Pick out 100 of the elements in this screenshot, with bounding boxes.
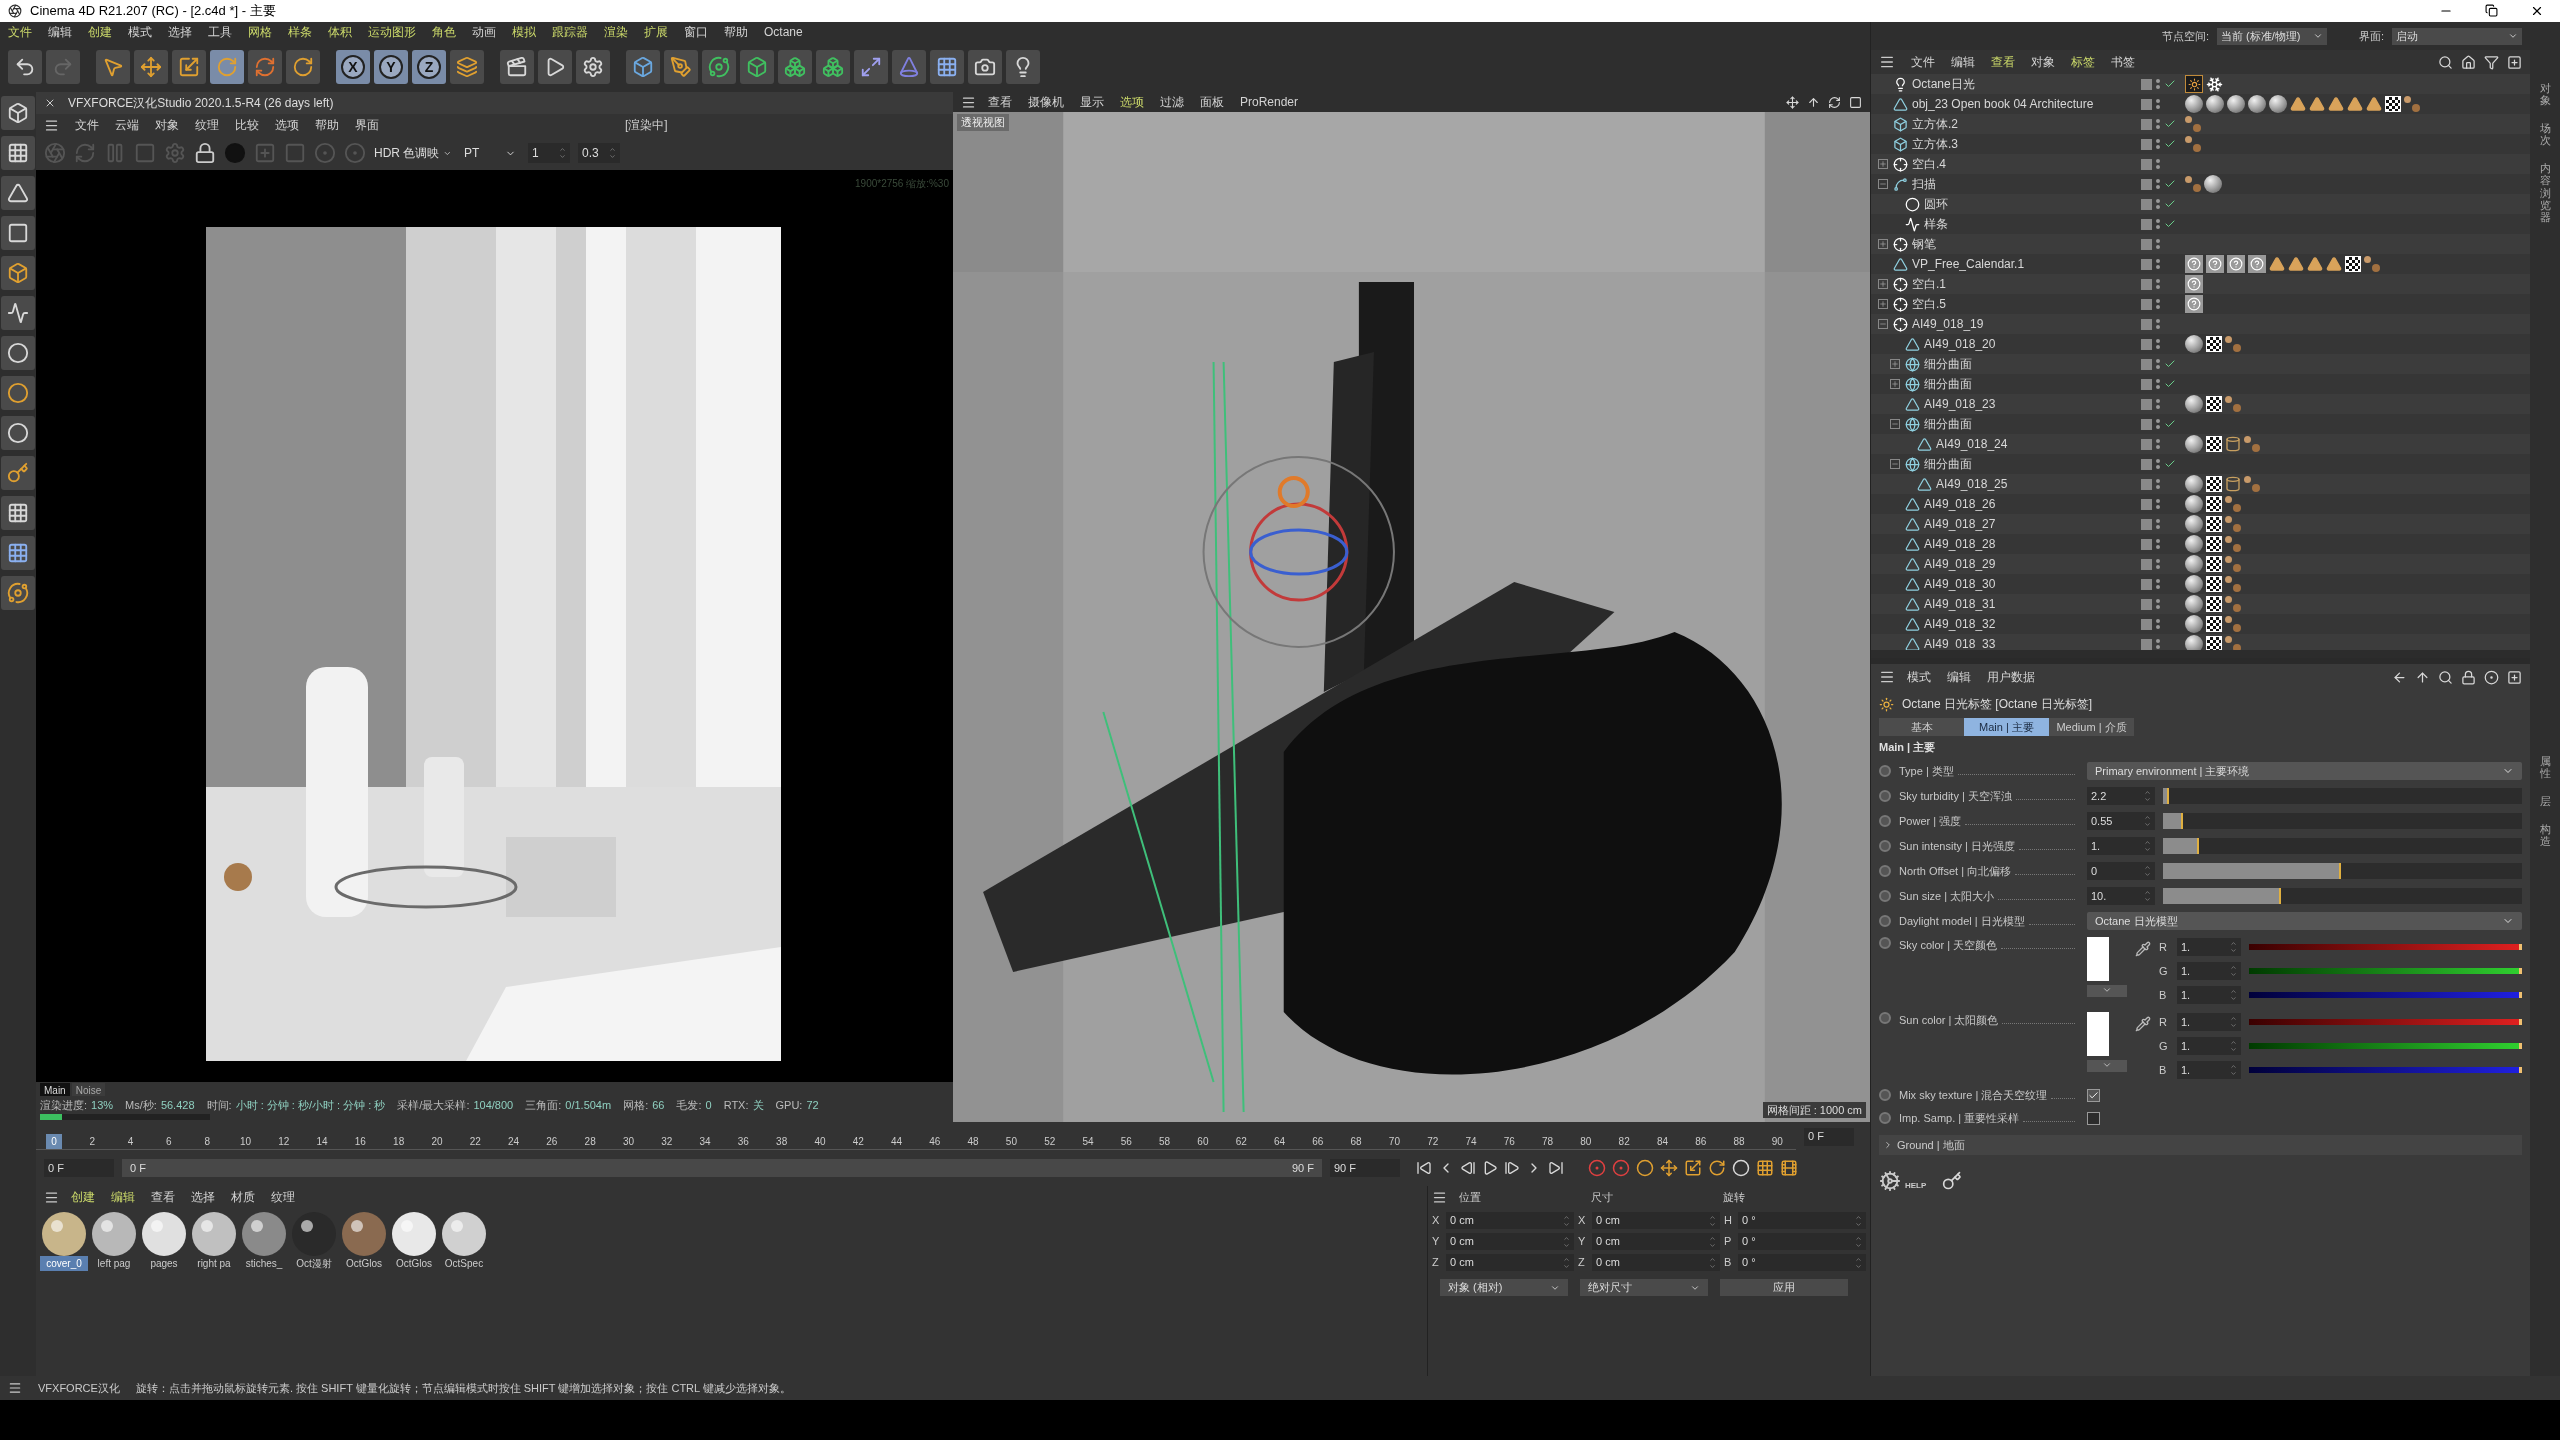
visibility-dots-icon[interactable]	[2156, 439, 2160, 449]
keyframe-radio[interactable]	[1879, 1012, 1891, 1024]
enabled-check-icon[interactable]	[2164, 198, 2176, 210]
layer-toggle-icon[interactable]	[2141, 78, 2152, 90]
menu-item[interactable]: 显示	[1080, 93, 1104, 111]
expand-toggle-icon[interactable]	[1890, 359, 1900, 369]
keyframe-radio[interactable]	[1879, 840, 1891, 852]
menu-item[interactable]: 标签	[2071, 53, 2095, 71]
stepper-icon[interactable]	[2144, 839, 2151, 853]
coordinate-field[interactable]: 0 cm	[1446, 1233, 1574, 1250]
tab[interactable]: Noise	[71, 1082, 106, 1096]
keyframe-radio[interactable]	[1879, 890, 1891, 902]
help-label[interactable]: HELP	[1905, 1180, 1927, 1192]
menu-item[interactable]: 渲染	[604, 23, 628, 41]
workplane-grid-icon[interactable]	[1, 536, 35, 570]
menu-item[interactable]: 工具	[208, 23, 232, 41]
target-icon[interactable]	[2484, 669, 2499, 685]
object-name[interactable]: AI49_018_30	[1924, 575, 1996, 593]
stepper-icon[interactable]	[1855, 1255, 1862, 1270]
coordinate-field[interactable]: 0 cm	[1446, 1212, 1574, 1229]
select-icon[interactable]	[96, 50, 130, 84]
menu-item[interactable]: 模拟	[512, 23, 536, 41]
keyframe-radio[interactable]	[1879, 937, 1891, 949]
stepper-icon[interactable]	[2230, 988, 2237, 1002]
material-tag-icon[interactable]	[2248, 95, 2266, 113]
triangle-tag-icon[interactable]	[2307, 256, 2323, 272]
expand-toggle-icon[interactable]	[1878, 279, 1888, 289]
visibility-dots-icon[interactable]	[2156, 299, 2160, 309]
layer-toggle-icon[interactable]	[2141, 198, 2152, 210]
object-name[interactable]: AI49_018_25	[1936, 475, 2008, 493]
visibility-dots-icon[interactable]	[2156, 359, 2160, 369]
layer-toggle-icon[interactable]	[2141, 138, 2152, 150]
menu-item[interactable]: 对象	[2031, 53, 2055, 71]
last-frame-icon[interactable]	[1548, 1160, 1564, 1176]
triangle-tag-icon[interactable]	[2269, 256, 2285, 272]
keyframe-icon[interactable]	[1, 456, 35, 490]
stepper-icon[interactable]	[2230, 1039, 2237, 1053]
material-tag-icon[interactable]	[2185, 555, 2203, 573]
coordinate-field[interactable]: 0 cm	[1592, 1254, 1720, 1271]
material-tag-icon[interactable]	[2185, 635, 2203, 650]
menu-item[interactable]: 文件	[1911, 53, 1935, 71]
collapse-toggle-icon[interactable]	[1890, 419, 1900, 429]
stepper-icon[interactable]	[1709, 1255, 1716, 1270]
stepper-icon[interactable]	[559, 146, 566, 160]
side-tab[interactable]: 内容浏览器	[2539, 162, 2551, 223]
close-icon[interactable]	[44, 97, 56, 109]
phong-tag-icon[interactable]	[2225, 576, 2241, 592]
coordinate-field[interactable]: 0 cm	[1446, 1254, 1574, 1271]
expand-toggle-icon[interactable]	[1878, 299, 1888, 309]
play-icon[interactable]	[1482, 1160, 1498, 1176]
tonemap-dropdown[interactable]: HDR 色调映	[374, 143, 452, 163]
key-icon[interactable]	[1942, 1171, 1963, 1191]
pen-icon[interactable]	[664, 50, 698, 84]
dropdown[interactable]: 绝对尺寸	[1580, 1279, 1708, 1296]
object-name[interactable]: AI49_018_19	[1912, 315, 1984, 333]
layer-toggle-icon[interactable]	[2141, 458, 2152, 470]
layer-toggle-icon[interactable]	[2141, 378, 2152, 390]
previous-frame-icon[interactable]	[1460, 1160, 1476, 1176]
stepper-icon[interactable]	[1855, 1213, 1862, 1228]
phong-tag-icon[interactable]	[2364, 256, 2380, 272]
new-window-icon[interactable]	[2507, 669, 2522, 685]
menu-item[interactable]: 模式	[128, 23, 152, 41]
number-field[interactable]: 1	[528, 143, 570, 163]
tab[interactable]: 基本	[1879, 718, 1964, 736]
triangle-tag-icon[interactable]	[2309, 96, 2325, 112]
render-view-icon[interactable]	[500, 50, 534, 84]
object-name[interactable]: AI49_018_20	[1924, 335, 1996, 353]
triangle-tag-icon[interactable]	[2328, 96, 2344, 112]
phong-tag-icon[interactable]	[2225, 516, 2241, 532]
layer-toggle-icon[interactable]	[2141, 498, 2152, 510]
material-tag-icon[interactable]	[2185, 615, 2203, 633]
object-name[interactable]: AI49_018_27	[1924, 515, 1996, 533]
unknown-tag-icon[interactable]	[2185, 255, 2203, 273]
material-tag-icon[interactable]	[2206, 95, 2224, 113]
object-name[interactable]: AI49_018_33	[1924, 635, 1996, 650]
menu-item[interactable]: 摄像机	[1028, 93, 1064, 111]
material-tag-icon[interactable]	[2185, 475, 2203, 493]
enabled-check-icon[interactable]	[2164, 118, 2176, 130]
menu-item[interactable]: 模式	[1907, 668, 1931, 686]
move-icon[interactable]	[134, 50, 168, 84]
restore-icon[interactable]	[2485, 4, 2498, 17]
layer-toggle-icon[interactable]	[2141, 558, 2152, 570]
number-field[interactable]: 0	[2087, 862, 2155, 880]
color-swatch[interactable]	[2087, 1012, 2109, 1056]
timeline-icon[interactable]	[1780, 1159, 1798, 1177]
eyedropper-icon[interactable]	[2135, 941, 2151, 957]
visibility-dots-icon[interactable]	[2156, 219, 2160, 229]
color-slider-track[interactable]	[2249, 1043, 2522, 1049]
phong-tag-icon[interactable]	[2225, 616, 2241, 632]
keyframe-radio[interactable]	[1879, 790, 1891, 802]
enabled-check-icon[interactable]	[2164, 358, 2176, 370]
stepper-icon[interactable]	[1855, 1234, 1862, 1249]
phong-tag-icon[interactable]	[2225, 596, 2241, 612]
up-icon[interactable]	[2415, 669, 2430, 685]
stepper-icon[interactable]	[2144, 889, 2151, 903]
visibility-dots-icon[interactable]	[2156, 539, 2160, 549]
menu-item[interactable]: 对象	[155, 116, 179, 134]
layer-toggle-icon[interactable]	[2141, 578, 2152, 590]
layer-toggle-icon[interactable]	[2141, 538, 2152, 550]
object-name[interactable]: 空白.4	[1912, 155, 1946, 173]
